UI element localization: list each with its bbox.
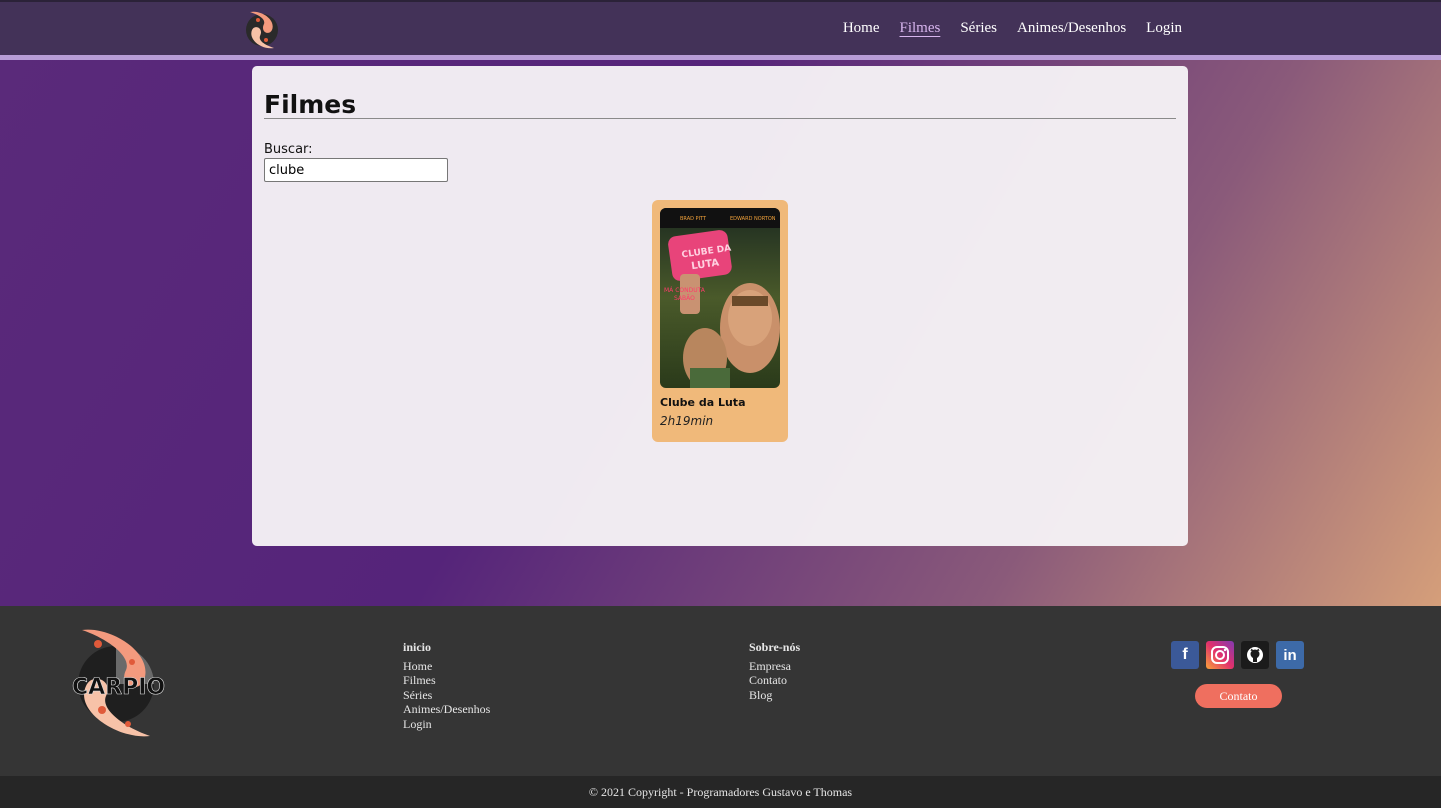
footer-heading-inicio: inicio: [403, 640, 432, 654]
content-panel: Filmes Buscar: BRAD PITT EDWARD NORTON: [252, 66, 1188, 546]
nav-home[interactable]: Home: [843, 20, 880, 37]
svg-text:BRAD PITT: BRAD PITT: [680, 216, 707, 222]
facebook-icon[interactable]: f: [1171, 641, 1199, 669]
github-icon[interactable]: [1241, 641, 1269, 669]
footer-link-animes[interactable]: Animes/Desenhos: [403, 702, 490, 717]
copyright: © 2021 Copyright - Programadores Gustavo…: [0, 776, 1441, 808]
footer: CARPIO inicio Home Filmes Séries Animes/…: [0, 606, 1441, 776]
koi-logo-icon[interactable]: [242, 6, 282, 52]
svg-text:EDWARD NORTON: EDWARD NORTON: [730, 216, 776, 222]
footer-col-sobre: Sobre-nós Empresa Contato Blog: [749, 640, 800, 702]
footer-heading-sobre: Sobre-nós: [749, 640, 801, 654]
nav-filmes[interactable]: Filmes: [899, 20, 940, 37]
nav-series[interactable]: Séries: [960, 20, 997, 37]
main-nav: Home Filmes Séries Animes/Desenhos Login: [843, 20, 1182, 37]
navbar-accent-line: [0, 55, 1441, 60]
footer-link-blog[interactable]: Blog: [749, 688, 800, 703]
top-navbar: Home Filmes Séries Animes/Desenhos Login: [0, 0, 1441, 55]
social-links: f in: [1171, 641, 1304, 669]
linkedin-icon[interactable]: in: [1276, 641, 1304, 669]
movie-duration: 2h19min: [660, 414, 714, 428]
contact-button[interactable]: Contato: [1195, 684, 1282, 708]
nav-login[interactable]: Login: [1146, 20, 1182, 37]
footer-link-series[interactable]: Séries: [403, 688, 490, 703]
movie-title[interactable]: Clube da Luta: [660, 396, 746, 409]
footer-link-home[interactable]: Home: [403, 659, 490, 674]
instagram-icon[interactable]: [1206, 641, 1234, 669]
footer-col-inicio: inicio Home Filmes Séries Animes/Desenho…: [403, 640, 490, 732]
svg-text:CARPIO: CARPIO: [72, 675, 165, 700]
svg-text:MÁ CONDUTA: MÁ CONDUTA: [664, 287, 706, 294]
carpio-logo-icon: CARPIO: [62, 624, 170, 740]
search-label: Buscar:: [264, 142, 313, 157]
nav-animes-desenhos[interactable]: Animes/Desenhos: [1017, 20, 1126, 37]
movie-poster[interactable]: BRAD PITT EDWARD NORTON CLUBE DA LUTA MÁ…: [660, 208, 780, 388]
search-input[interactable]: [264, 158, 448, 182]
page-title: Filmes: [264, 90, 1176, 119]
footer-link-empresa[interactable]: Empresa: [749, 659, 800, 674]
footer-link-filmes[interactable]: Filmes: [403, 673, 490, 688]
movie-card[interactable]: BRAD PITT EDWARD NORTON CLUBE DA LUTA MÁ…: [652, 200, 788, 442]
footer-link-contato[interactable]: Contato: [749, 673, 800, 688]
footer-link-login[interactable]: Login: [403, 717, 490, 732]
svg-text:SABÃO: SABÃO: [674, 295, 695, 302]
